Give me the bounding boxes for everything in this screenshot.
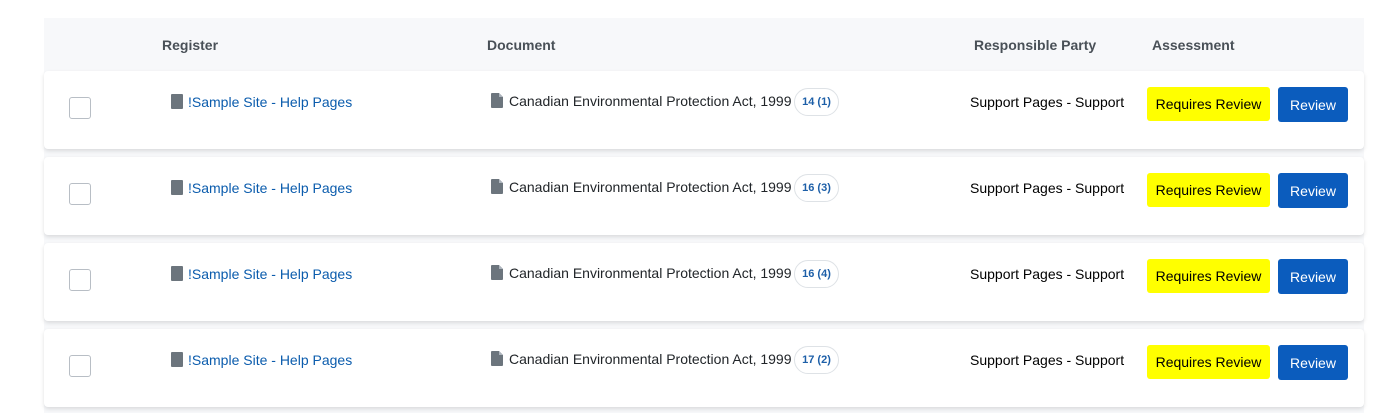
table-row: !Sample Site - Help Pages Canadian Envir…	[44, 71, 1364, 149]
register-file-icon	[171, 352, 183, 367]
document-icon	[491, 93, 503, 108]
document-title[interactable]: Canadian Environmental Protection Act, 1…	[509, 351, 792, 367]
document-title[interactable]: Canadian Environmental Protection Act, 1…	[509, 179, 792, 195]
register-link[interactable]: !Sample Site - Help Pages	[188, 352, 352, 368]
review-button[interactable]: Review	[1278, 345, 1348, 380]
register-link[interactable]: !Sample Site - Help Pages	[188, 180, 352, 196]
register-link[interactable]: !Sample Site - Help Pages	[188, 266, 352, 282]
register-file-icon	[171, 94, 183, 109]
document-title[interactable]: Canadian Environmental Protection Act, 1…	[509, 93, 792, 109]
count-badge[interactable]: 17 (2)	[794, 346, 839, 374]
header-responsible-party: Responsible Party	[974, 37, 1097, 53]
header-register: Register	[162, 37, 219, 53]
register-link[interactable]: !Sample Site - Help Pages	[188, 94, 352, 110]
document-icon	[491, 179, 503, 194]
header-document: Document	[487, 37, 556, 53]
row-checkbox[interactable]	[69, 355, 91, 377]
document-title[interactable]: Canadian Environmental Protection Act, 1…	[509, 265, 792, 281]
assessment-status-badge: Requires Review	[1147, 345, 1270, 379]
register-file-icon	[171, 266, 183, 281]
responsible-party: Support Pages - Support	[970, 352, 1125, 368]
table-row: !Sample Site - Help Pages Canadian Envir…	[44, 329, 1364, 407]
table-header: Register Document Responsible Party Asse…	[44, 18, 1364, 71]
review-button[interactable]: Review	[1278, 87, 1348, 122]
responsible-party: Support Pages - Support	[970, 180, 1125, 196]
responsible-party: Support Pages - Support	[970, 266, 1125, 282]
register-file-icon	[171, 180, 183, 195]
document-icon	[491, 351, 503, 366]
row-checkbox[interactable]	[69, 269, 91, 291]
table-row: !Sample Site - Help Pages Canadian Envir…	[44, 243, 1364, 321]
row-checkbox[interactable]	[69, 97, 91, 119]
header-assessment: Assessment	[1152, 37, 1235, 53]
review-button[interactable]: Review	[1278, 173, 1348, 208]
count-badge[interactable]: 14 (1)	[794, 88, 839, 116]
assessment-status-badge: Requires Review	[1147, 173, 1270, 207]
count-badge[interactable]: 16 (4)	[794, 260, 839, 288]
register-table: Register Document Responsible Party Asse…	[44, 18, 1364, 413]
count-badge[interactable]: 16 (3)	[794, 174, 839, 202]
responsible-party: Support Pages - Support	[970, 94, 1125, 110]
table-row: !Sample Site - Help Pages Canadian Envir…	[44, 157, 1364, 235]
assessment-status-badge: Requires Review	[1147, 87, 1270, 121]
assessment-status-badge: Requires Review	[1147, 259, 1270, 293]
document-icon	[491, 265, 503, 280]
review-button[interactable]: Review	[1278, 259, 1348, 294]
row-checkbox[interactable]	[69, 183, 91, 205]
